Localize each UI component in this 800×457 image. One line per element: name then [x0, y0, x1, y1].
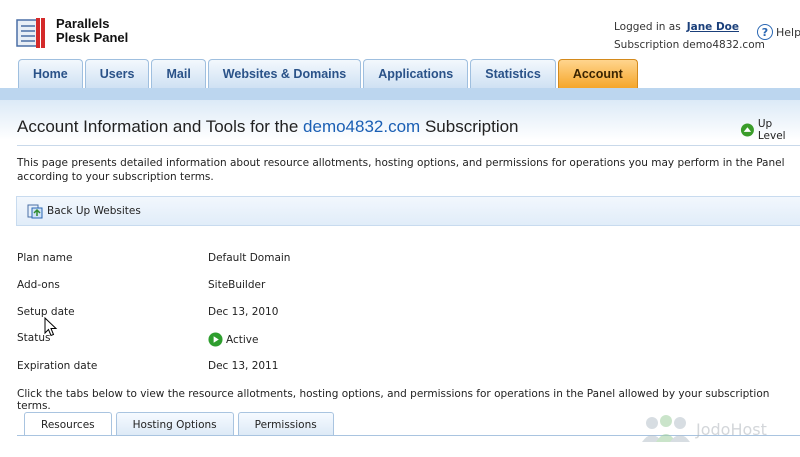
plesk-logo-icon — [16, 17, 48, 49]
backup-websites-button[interactable]: Back Up Websites — [27, 203, 141, 219]
tab-applications[interactable]: Applications — [363, 59, 469, 88]
user-box: Logged in as Jane Doe Subscription demo48… — [614, 18, 765, 54]
detail-value: Default Domain — [208, 252, 291, 264]
user-name-link[interactable]: Jane Doe — [687, 21, 739, 33]
logged-in-label: Logged in as — [614, 21, 681, 33]
page-description: This page presents detailed information … — [17, 157, 785, 183]
detail-value: Dec 13, 2010 — [208, 306, 279, 318]
tabs-hint: Click the tabs below to view the resourc… — [17, 388, 770, 412]
title-divider — [17, 145, 800, 146]
detail-tabs: Resources Hosting Options Permissions — [24, 412, 338, 436]
detail-value: SiteBuilder — [208, 279, 266, 291]
subscription-link[interactable]: demo4832.com — [303, 117, 420, 136]
detail-key: Expiration date — [17, 360, 98, 372]
detail-key: Plan name — [17, 252, 73, 264]
detail-row-plan-name: Plan name Default Domain — [17, 252, 417, 268]
header: Parallels Plesk Panel Logged in as Jane D… — [0, 0, 800, 92]
help-link[interactable]: ? Help — [757, 24, 800, 40]
mouse-cursor-icon — [44, 317, 58, 337]
status-active-icon — [208, 332, 223, 347]
tab-account[interactable]: Account — [557, 59, 638, 88]
subscription-label: Subscription demo4832.com — [614, 39, 765, 51]
tab-band — [0, 88, 800, 100]
detail-row-status: Status Active — [17, 332, 417, 348]
detail-row-add-ons: Add-ons SiteBuilder — [17, 279, 417, 295]
help-icon: ? — [757, 24, 773, 40]
detail-key: Add-ons — [17, 279, 60, 291]
app-name-line2: Plesk Panel — [56, 30, 129, 45]
help-label: Help — [776, 25, 800, 39]
page-title: Account Information and Tools for the de… — [17, 117, 519, 136]
tab-mail[interactable]: Mail — [151, 59, 206, 88]
detail-row-expiration-date: Expiration date Dec 13, 2011 — [17, 360, 417, 376]
tab-users[interactable]: Users — [84, 59, 150, 88]
backup-icon — [27, 204, 43, 219]
tab-resources[interactable]: Resources — [24, 412, 112, 436]
watermark-text: JodoHost — [696, 419, 767, 439]
up-level-button[interactable]: Up Level — [740, 118, 800, 142]
app-name-line1: Parallels — [56, 16, 110, 31]
up-level-label: Up Level — [757, 118, 786, 142]
logo[interactable]: Parallels Plesk Panel — [16, 17, 128, 49]
tab-hosting-options[interactable]: Hosting Options — [115, 412, 234, 436]
watermark: JodoHost — [640, 414, 767, 444]
tab-websites-domains[interactable]: Websites & Domains — [207, 59, 362, 88]
main-tabs: Home Users Mail Websites & Domains Appli… — [18, 59, 640, 88]
status-badge: Active — [226, 333, 259, 346]
tab-statistics[interactable]: Statistics — [470, 59, 556, 88]
backup-websites-label: Back Up Websites — [47, 205, 141, 217]
tab-permissions[interactable]: Permissions — [237, 412, 334, 436]
watermark-people-icon — [642, 415, 690, 442]
detail-row-setup-date: Setup date Dec 13, 2010 — [17, 306, 417, 322]
up-level-icon — [740, 123, 754, 137]
tab-home[interactable]: Home — [18, 59, 83, 88]
detail-value: Dec 13, 2011 — [208, 360, 279, 372]
toolbar: Back Up Websites — [16, 196, 800, 226]
